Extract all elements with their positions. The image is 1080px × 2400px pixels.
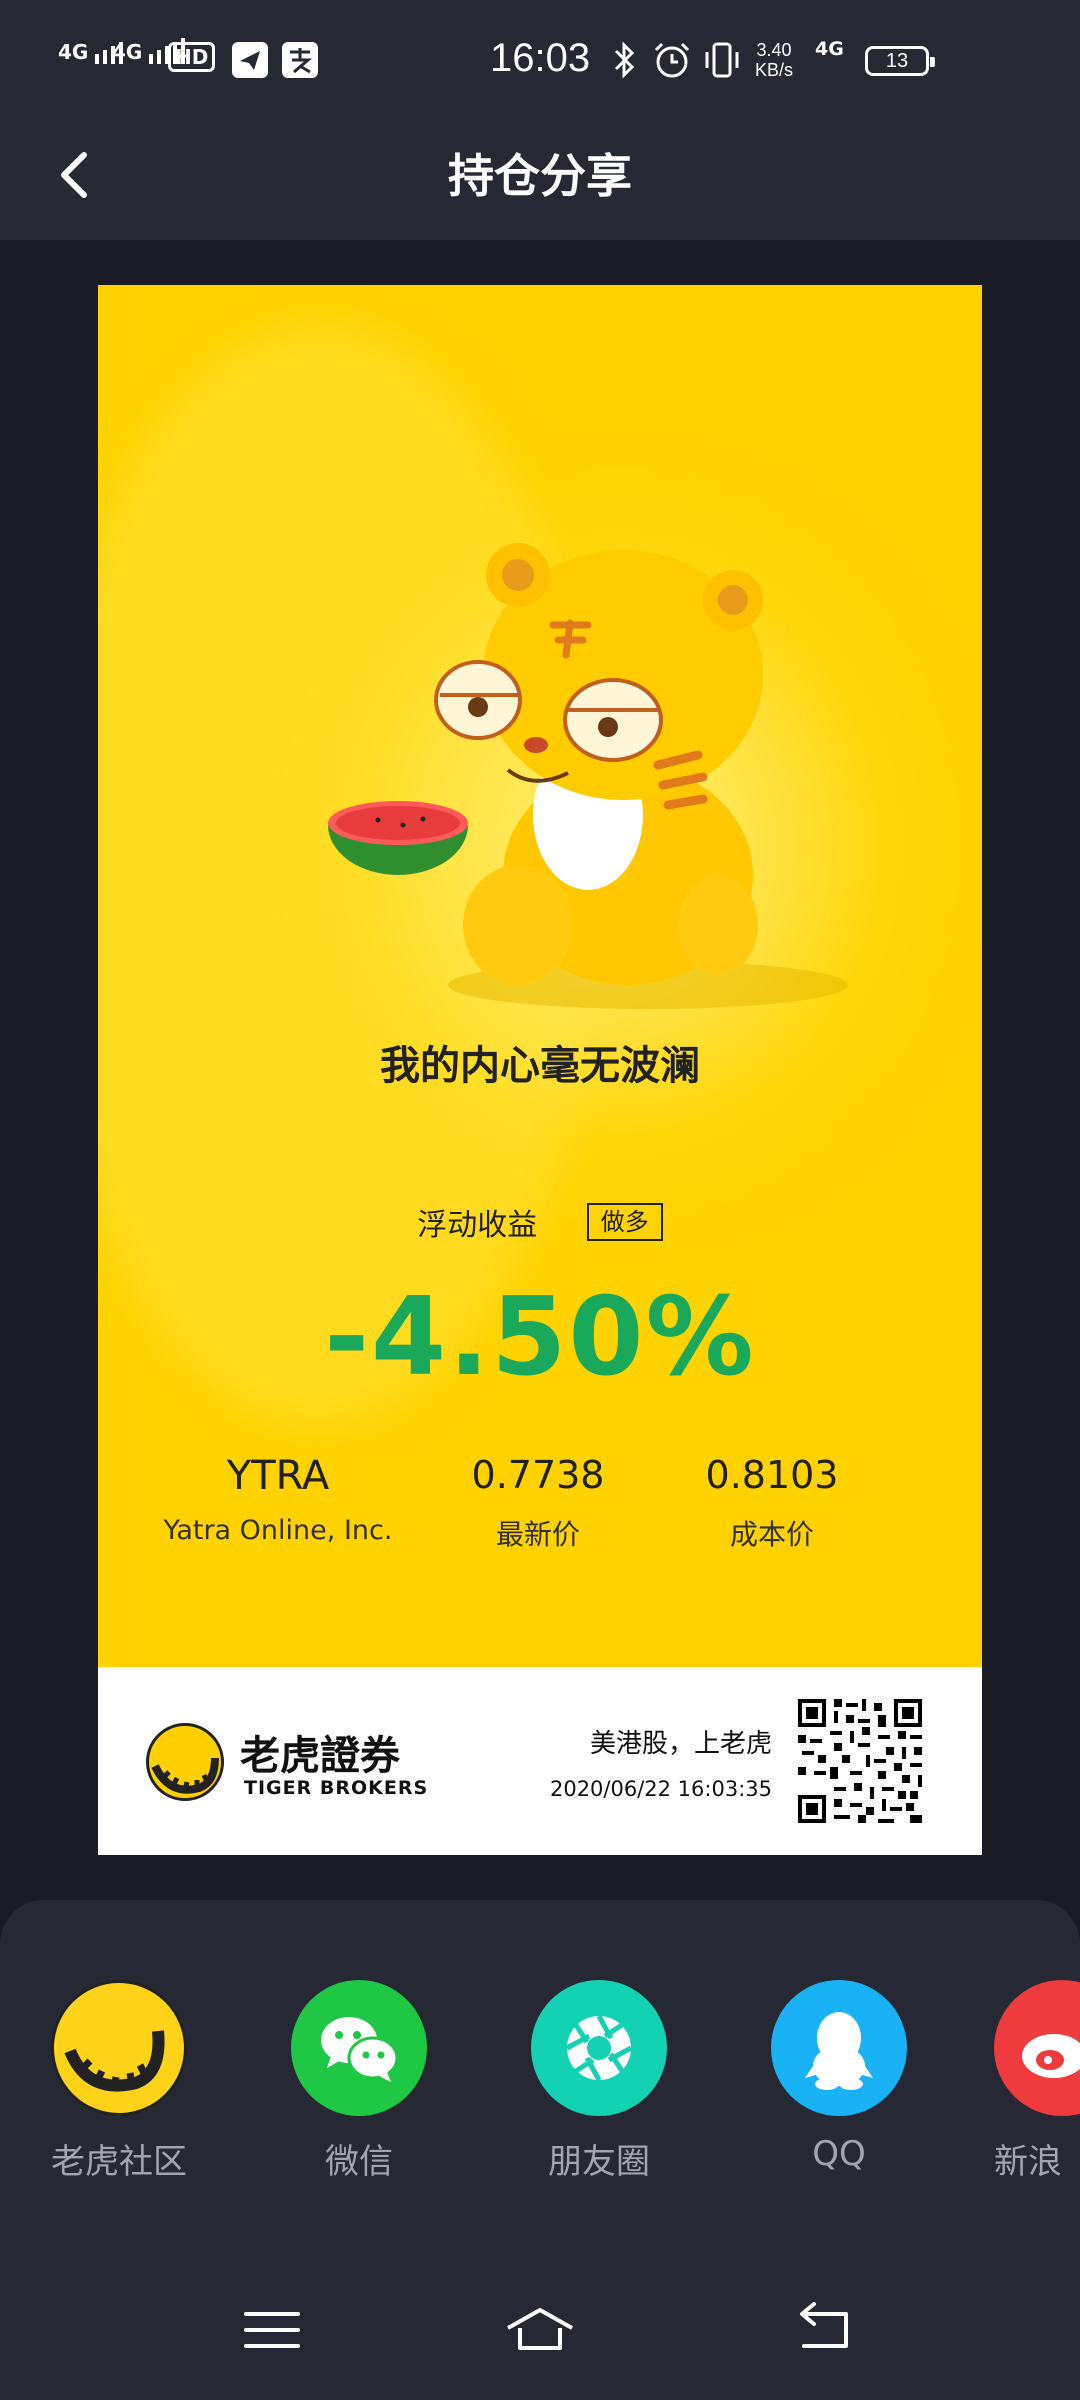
- menu-icon: [244, 2312, 300, 2348]
- share-label: 微信: [325, 2142, 393, 2182]
- qr-code[interactable]: [798, 1699, 922, 1823]
- signal-2-label: 4G: [112, 40, 143, 64]
- share-weibo[interactable]: 新浪: [994, 1980, 1080, 2183]
- share-moments[interactable]: 朋友圈: [514, 1980, 684, 2183]
- telegram-icon: [232, 42, 268, 78]
- floating-pl-value: -4.50%: [324, 1275, 756, 1400]
- home-icon: [507, 2308, 573, 2350]
- net-speed: 3.40 KB/s: [755, 40, 793, 80]
- moments-icon: [531, 1980, 667, 2116]
- payment-app-icon: [282, 42, 318, 78]
- net-speed-unit: KB/s: [755, 60, 794, 80]
- company-name: Yatra Online, Inc.: [163, 1515, 393, 1546]
- slogan: 我的内心毫无波澜: [380, 1043, 700, 1089]
- cost-price-label: 成本价: [729, 1518, 814, 1551]
- brand-name-cn: 老虎證券: [240, 1733, 400, 1779]
- hd-indicator: HD: [168, 42, 216, 72]
- tiger-brokers-logo-icon: [146, 1723, 224, 1801]
- clock: 16:03: [490, 36, 591, 80]
- tagline: 美港股，上老虎: [589, 1729, 772, 1759]
- floating-pl-label: 浮动收益: [417, 1208, 538, 1243]
- signal-1-label: 4G: [58, 40, 89, 64]
- battery-indicator: 13: [865, 46, 935, 76]
- alarm-icon: [654, 42, 690, 78]
- bluetooth-icon: [614, 41, 635, 79]
- tiger-community-icon: [51, 1980, 187, 2116]
- share-card: 我的内心毫无波澜 浮动收益 做多 -4.50% YTRA Yatra Onlin…: [98, 285, 982, 1855]
- timestamp: 2020/06/22 16:03:35: [549, 1777, 772, 1801]
- hd-label: HD: [175, 45, 209, 69]
- system-nav-bar: [0, 2290, 1080, 2370]
- ticker-stat: YTRA Yatra Online, Inc.: [128, 1453, 428, 1546]
- card-footer: 老虎證券 TIGER BROKERS 美港股，上老虎 2020/06/22 16…: [98, 1667, 982, 1855]
- qq-icon: [771, 1980, 907, 2116]
- top-bar: 4G 4G HD 16:03 3.40 KB/s 4G 13 持仓分享: [0, 0, 1080, 240]
- cost-price-stat: 0.8103 成本价: [672, 1453, 872, 1553]
- net-speed-value: 3.40: [756, 40, 792, 60]
- last-price-value: 0.7738: [471, 1453, 605, 1497]
- share-label: 老虎社区: [51, 2142, 187, 2182]
- page-title: 持仓分享: [448, 149, 632, 203]
- menu-button[interactable]: [232, 2290, 312, 2370]
- wechat-icon: [291, 1980, 427, 2116]
- brand-name-en: TIGER BROKERS: [244, 1777, 429, 1799]
- share-label: 新浪: [994, 2142, 1062, 2182]
- share-label: QQ: [812, 2134, 866, 2174]
- weibo-icon: [994, 1980, 1080, 2116]
- vibrate-icon: [705, 42, 739, 78]
- pl-label-row: 浮动收益 做多: [98, 1200, 982, 1244]
- share-wechat[interactable]: 微信: [274, 1980, 444, 2183]
- ticker-symbol: YTRA: [226, 1453, 330, 1499]
- poster: 我的内心毫无波澜 浮动收益 做多 -4.50% YTRA Yatra Onlin…: [98, 285, 982, 1667]
- long-position-badge: 做多: [586, 1203, 663, 1241]
- last-price-stat: 0.7738 最新价: [438, 1453, 638, 1553]
- cost-price-value: 0.8103: [705, 1453, 839, 1497]
- share-qq[interactable]: QQ: [754, 1980, 924, 2174]
- share-tiger-community[interactable]: 老虎社区: [34, 1980, 204, 2183]
- back-nav-button[interactable]: [784, 2290, 864, 2370]
- home-button[interactable]: [500, 2290, 580, 2370]
- net-type-label: 4G: [815, 38, 844, 60]
- share-label: 朋友圈: [548, 2142, 650, 2182]
- status-bar: 4G 4G HD 16:03 3.40 KB/s 4G 13: [0, 0, 1080, 120]
- back-icon: [800, 2302, 848, 2348]
- last-price-label: 最新价: [495, 1518, 580, 1551]
- tiger-mascot-illustration: [328, 543, 848, 1009]
- net-type: 4G: [815, 38, 844, 60]
